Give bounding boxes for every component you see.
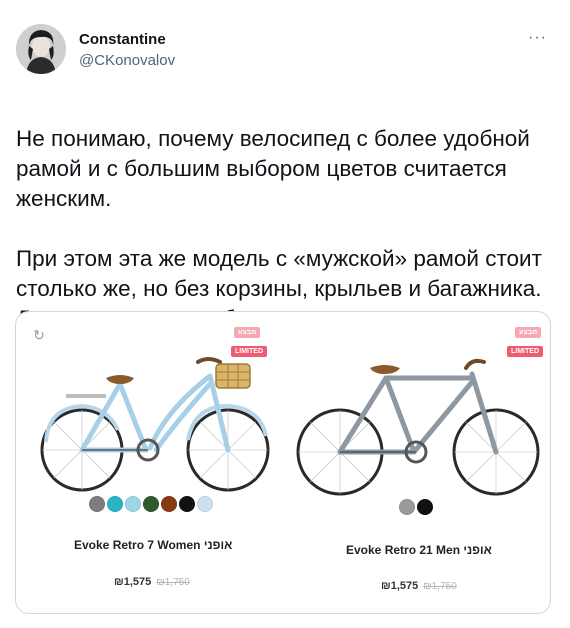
color-swatches — [399, 499, 433, 515]
color-swatch[interactable] — [89, 496, 105, 512]
men-bike-image — [296, 358, 540, 496]
tweet-card: Constantine @CKonovalov ··· Не понимаю, … — [0, 0, 570, 628]
tweet-media-image[interactable]: ↻ מבצע LIMITED Evoke Retro 7 Women אופני… — [15, 311, 551, 614]
product-price: ₪1,575 ₪1,750 — [114, 576, 190, 588]
color-swatch[interactable] — [107, 496, 123, 512]
price-current: ₪1,575 — [381, 580, 419, 592]
product-name[interactable]: Evoke Retro 7 Women אופני — [74, 538, 232, 552]
refresh-icon: ↻ — [33, 327, 45, 343]
women-bike-image — [40, 357, 270, 492]
tweet-text: Не понимаю, почему велосипед с более удо… — [16, 94, 546, 334]
more-options-icon[interactable]: ··· — [528, 29, 547, 47]
sale-badge: מבצע — [234, 327, 261, 338]
color-swatch[interactable] — [417, 499, 433, 515]
display-name[interactable]: Constantine — [79, 31, 166, 48]
price-original: ₪1,750 — [156, 577, 190, 588]
sale-badge: מבצע — [515, 327, 542, 338]
color-swatch[interactable] — [143, 496, 159, 512]
product-name[interactable]: Evoke Retro 21 Men אופני — [346, 543, 492, 557]
color-swatch[interactable] — [197, 496, 213, 512]
color-swatches — [89, 496, 213, 512]
price-original: ₪1,750 — [423, 581, 457, 592]
price-current: ₪1,575 — [114, 576, 152, 588]
color-swatch[interactable] — [161, 496, 177, 512]
user-handle[interactable]: @CKonovalov — [79, 52, 175, 69]
avatar-image — [16, 24, 66, 74]
color-swatch[interactable] — [125, 496, 141, 512]
tweet-paragraph-1: Не понимаю, почему велосипед с более удо… — [16, 126, 530, 211]
avatar[interactable] — [16, 24, 66, 74]
color-swatch[interactable] — [179, 496, 195, 512]
color-swatch[interactable] — [399, 499, 415, 515]
product-price: ₪1,575 ₪1,750 — [381, 580, 457, 592]
